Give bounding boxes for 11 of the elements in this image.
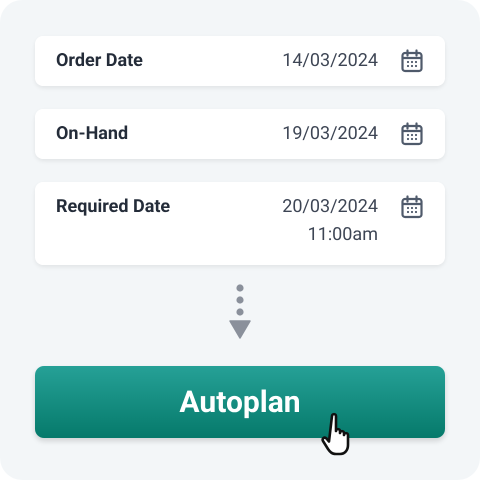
autoplan-button[interactable]: Autoplan <box>35 366 445 438</box>
field-label: Order Date <box>56 49 144 73</box>
field-label: On-Hand <box>56 122 130 146</box>
field-value: 20/03/2024 <box>282 195 378 219</box>
field-value: 19/03/2024 <box>282 122 378 146</box>
field-label: Required Date <box>56 195 172 219</box>
calendar-icon[interactable] <box>400 49 424 73</box>
field-value: 11:00am <box>308 223 378 247</box>
field-value: 14/03/2024 <box>282 49 378 73</box>
calendar-icon[interactable] <box>400 195 424 219</box>
calendar-icon[interactable] <box>400 122 424 146</box>
